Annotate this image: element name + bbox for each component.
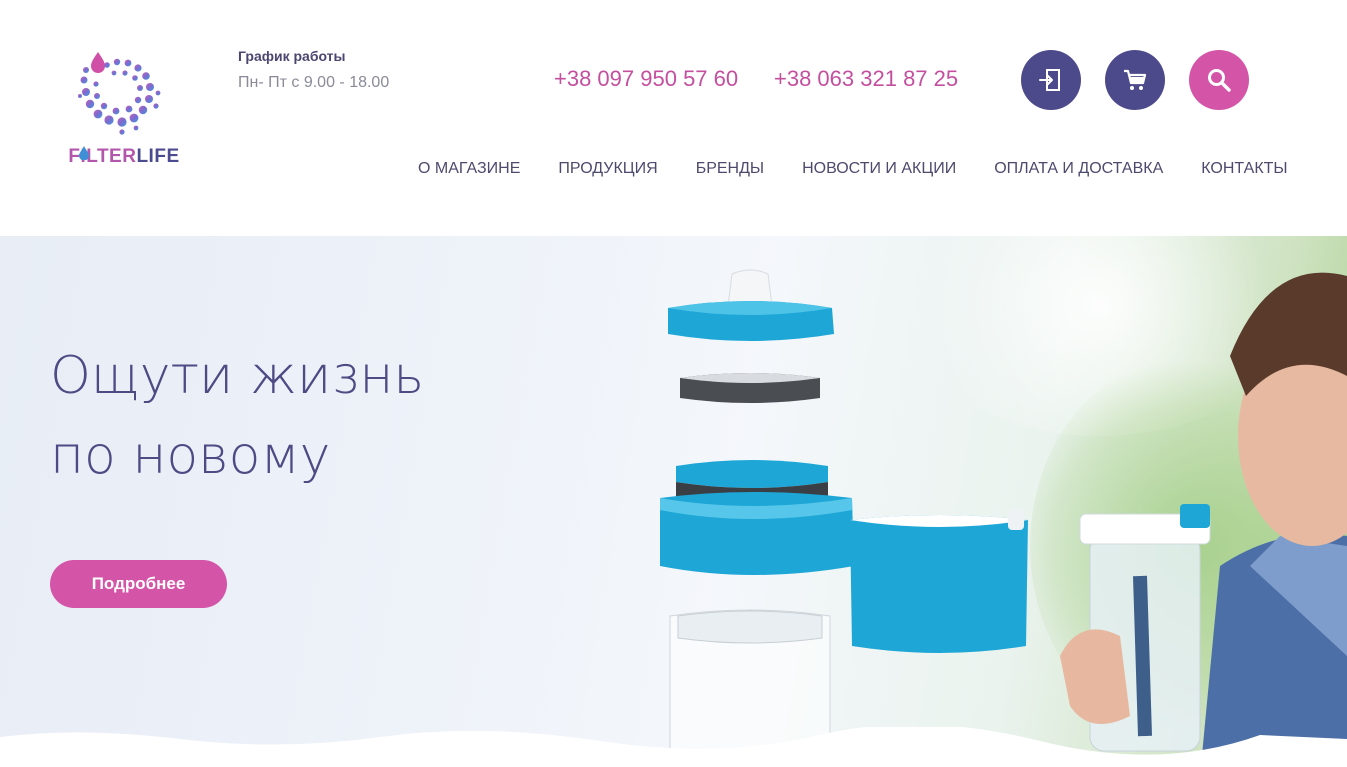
phone-link-2[interactable]: +38 063 321 87 25 [774, 66, 958, 92]
schedule-title: График работы [238, 48, 346, 64]
work-schedule: График работы Пн- Пт с 9.00 - 18.00 [238, 48, 389, 92]
man-with-bottle-image [1060, 272, 1347, 767]
nav-item-news[interactable]: НОВОСТИ И АКЦИИ [802, 160, 956, 178]
nav-item-products[interactable]: ПРОДУКЦИЯ [558, 160, 657, 178]
nav-item-about[interactable]: О МАГАЗИНЕ [418, 160, 520, 178]
details-button[interactable]: Подробнее [50, 560, 227, 608]
water-drop-icon [79, 146, 89, 160]
wave-divider [0, 727, 1347, 767]
logo-mark-icon [78, 52, 161, 135]
hero-banner: Ощути жизнь по новому Подробнее [0, 236, 1347, 767]
site-header: FILTER LIFE График работы Пн- Пт с 9.00 -… [0, 0, 1347, 236]
nav-item-brands[interactable]: БРЕНДЫ [696, 160, 764, 178]
login-button[interactable] [1021, 50, 1081, 110]
logo-text: FILTER LIFE [62, 146, 186, 168]
search-button[interactable] [1189, 50, 1249, 110]
filter-bottle-image [660, 269, 1028, 766]
nav-item-contacts[interactable]: КОНТАКТЫ [1201, 160, 1287, 178]
cart-button[interactable] [1105, 50, 1165, 110]
hero-title-line-2: по новому [50, 426, 331, 486]
logo[interactable]: FILTER LIFE [62, 48, 186, 178]
login-icon [1039, 69, 1060, 91]
logo-word-life: LIFE [136, 146, 180, 167]
cart-icon [1124, 69, 1147, 90]
phone-link-1[interactable]: +38 097 950 57 60 [554, 66, 738, 92]
nav-item-payment-delivery[interactable]: ОПЛАТА И ДОСТАВКА [994, 160, 1163, 178]
hero-title-line-1: Ощути жизнь [50, 346, 425, 406]
search-icon [1208, 69, 1231, 92]
schedule-hours: Пн- Пт с 9.00 - 18.00 [238, 74, 390, 91]
main-nav: О МАГАЗИНЕ ПРОДУКЦИЯ БРЕНДЫ НОВОСТИ И АК… [418, 160, 1288, 178]
hero-title: Ощути жизнь по новому [50, 336, 550, 496]
